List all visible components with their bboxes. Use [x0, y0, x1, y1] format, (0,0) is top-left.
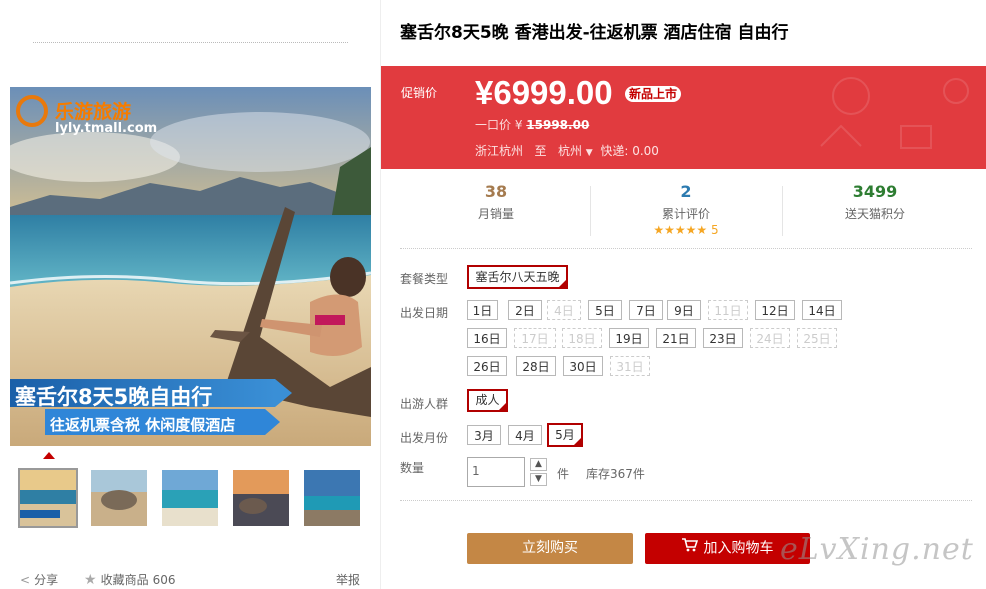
points-label: 送天猫积分 — [844, 207, 905, 221]
share-label: 分享 — [34, 573, 59, 587]
date-option: 24日 — [750, 328, 790, 348]
date-option: 25日 — [797, 328, 837, 348]
share-button[interactable]: < 分享 — [20, 571, 58, 588]
date-option: 31日 — [610, 356, 650, 376]
share-icon: < — [20, 572, 31, 587]
group-option[interactable]: 成人 — [467, 389, 508, 412]
monthly-sales-label: 月销量 — [477, 207, 514, 221]
month-option-3[interactable]: 3月 — [467, 425, 501, 445]
main-product-image[interactable]: 乐游旅游 lyly.tmall.com 塞舌尔8天5晚自由行 往返机票含税 休闲… — [10, 87, 371, 446]
quantity-input[interactable]: 1 — [467, 457, 525, 487]
date-option[interactable]: 12日 — [755, 300, 795, 320]
date-option[interactable]: 30日 — [563, 356, 603, 376]
watermark: eLvXing.net — [780, 532, 974, 567]
thumbnail-4[interactable] — [233, 470, 289, 526]
rating: ★★★★★ 5 — [586, 223, 786, 237]
price-panel: 促销价 ¥6999.00 新品上市 一口价 ¥ 15998.00 浙江杭州 至 … — [381, 66, 986, 169]
date-option: 18日 — [562, 328, 602, 348]
chevron-down-icon[interactable]: ▼ — [586, 148, 593, 158]
thumbnail-2[interactable] — [91, 470, 147, 526]
date-option[interactable]: 19日 — [609, 328, 649, 348]
date-option[interactable]: 16日 — [467, 328, 507, 348]
reviews-value: 2 — [680, 182, 692, 201]
date-option[interactable]: 5日 — [588, 300, 622, 320]
destination-select[interactable]: 杭州 — [558, 144, 582, 158]
promo-price-label: 促销价 — [401, 86, 438, 100]
month-option-5[interactable]: 5月 — [547, 423, 583, 447]
group-label: 出游人群 — [400, 397, 449, 411]
date-option[interactable]: 21日 — [656, 328, 696, 348]
gallery-panel: 乐游旅游 lyly.tmall.com 塞舌尔8天5晚自由行 往返机票含税 休闲… — [0, 0, 381, 589]
favorite-button[interactable]: ★ 收藏商品 606 — [84, 571, 175, 588]
thumbnail-1[interactable] — [18, 468, 78, 528]
date-option: 4日 — [547, 300, 581, 320]
original-price: 一口价 ¥ 15998.00 — [475, 116, 589, 133]
promo-price: ¥6999.00 — [475, 74, 613, 111]
date-option: 17日 — [514, 328, 556, 348]
star-icon: ★ — [84, 571, 97, 588]
banner-subtitle: 往返机票含税 休闲度假酒店 — [50, 416, 236, 434]
monthly-sales: 38 月销量 — [396, 182, 596, 222]
rating-stars-icon: ★★★★★ — [653, 223, 708, 237]
banner-title: 塞舌尔8天5晚自由行 — [15, 385, 213, 409]
to-label: 至 — [534, 144, 547, 158]
quantity-decrease-icon[interactable]: ▼ — [530, 473, 547, 486]
divider — [400, 248, 972, 249]
quantity-increase-icon[interactable]: ▲ — [530, 458, 547, 471]
date-option[interactable]: 9日 — [667, 300, 701, 320]
favorite-label: 收藏商品 — [100, 573, 149, 587]
monthly-sales-value: 38 — [484, 182, 508, 201]
new-arrival-badge: 新品上市 — [625, 86, 682, 102]
brand-url: lyly.tmall.com — [55, 121, 158, 136]
date-option[interactable]: 28日 — [516, 356, 556, 376]
report-link[interactable]: 举报 — [336, 571, 360, 588]
thumbnail-5[interactable] — [304, 470, 360, 526]
quantity-label: 数量 — [400, 461, 425, 475]
add-to-cart-label: 加入购物车 — [703, 540, 774, 557]
date-option[interactable]: 1日 — [467, 300, 498, 320]
reviews-label: 累计评价 — [661, 207, 710, 221]
month-label: 出发月份 — [400, 431, 449, 445]
shipping-info: 浙江杭州 至 杭州 ▼ 快递: 0.00 — [475, 142, 659, 159]
quantity-unit: 件 — [557, 467, 570, 481]
points-value: 3499 — [852, 182, 898, 201]
date-option[interactable]: 7日 — [629, 300, 663, 320]
date-option[interactable]: 26日 — [467, 356, 507, 376]
stats-bar: 38 月销量 2 累计评价 ★★★★★ 5 3499 送天猫积分 — [381, 178, 986, 240]
stock-count: 库存367件 — [586, 467, 645, 481]
origin-city: 浙江杭州 — [475, 144, 524, 158]
favorite-count: 606 — [152, 572, 176, 587]
original-price-value: 15998.00 — [526, 118, 590, 132]
brand-logo-text: 乐游旅游 — [55, 101, 132, 123]
buy-now-button[interactable]: 立刻购买 — [467, 533, 633, 564]
original-price-label: 一口价 ¥ — [475, 118, 523, 132]
package-option[interactable]: 塞舌尔八天五晚 — [467, 265, 568, 289]
product-title: 塞舌尔8天5晚 香港出发-往返机票 酒店住宿 自由行 — [400, 23, 789, 43]
date-option: 11日 — [708, 300, 748, 320]
date-label: 出发日期 — [400, 306, 449, 320]
rating-value: 5 — [710, 223, 719, 237]
divider — [400, 500, 972, 501]
divider — [33, 42, 348, 43]
tmall-points: 3499 送天猫积分 — [775, 182, 975, 222]
date-option[interactable]: 23日 — [703, 328, 743, 348]
month-option-4[interactable]: 4月 — [508, 425, 542, 445]
shipping-fee: 快递: 0.00 — [600, 144, 659, 158]
reviews[interactable]: 2 累计评价 ★★★★★ 5 — [586, 182, 786, 237]
date-option[interactable]: 14日 — [802, 300, 842, 320]
thumbnail-3[interactable] — [162, 470, 218, 526]
thumb-indicator-icon — [43, 452, 55, 459]
date-option[interactable]: 2日 — [508, 300, 542, 320]
package-label: 套餐类型 — [400, 272, 449, 286]
cart-icon — [681, 533, 698, 564]
